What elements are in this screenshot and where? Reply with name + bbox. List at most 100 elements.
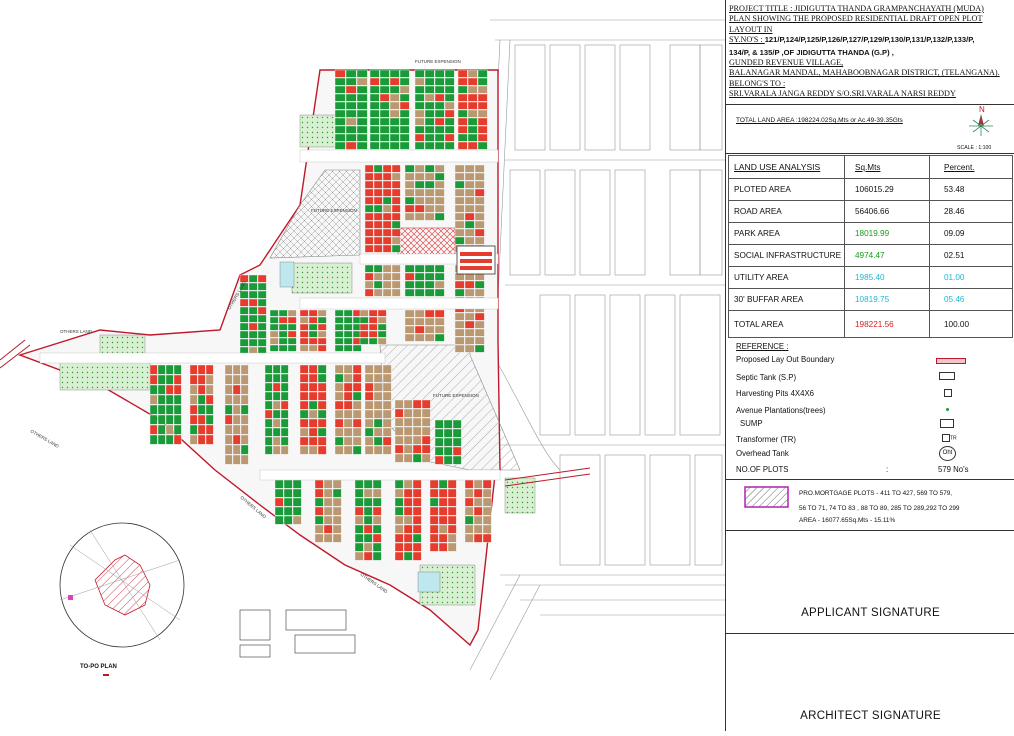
plot [464, 172, 475, 181]
plot [354, 533, 364, 543]
plot [173, 384, 182, 395]
plot [280, 391, 289, 401]
plot [403, 506, 413, 516]
plot [464, 164, 475, 173]
plot [477, 85, 488, 94]
plot [391, 236, 401, 245]
plot [434, 272, 445, 281]
layout-map: FUTURE EXPENSION FUTURE EXPENSION FUTURE… [0, 0, 725, 731]
plot [474, 212, 485, 221]
plot [474, 344, 485, 353]
plot [464, 188, 475, 197]
plot [434, 212, 445, 221]
plot [232, 384, 241, 395]
plot [299, 316, 309, 324]
plot [317, 436, 327, 446]
plot [149, 434, 158, 445]
plot [377, 316, 387, 324]
plot [454, 320, 465, 329]
plot [280, 409, 289, 419]
plot [364, 400, 374, 410]
plot [382, 244, 392, 253]
plot [354, 524, 364, 534]
plot [314, 515, 324, 525]
plot [394, 551, 404, 561]
plot [364, 204, 374, 213]
plot [414, 196, 425, 205]
plot [414, 180, 425, 189]
plot [248, 290, 258, 299]
plot [467, 101, 478, 110]
plot [332, 533, 342, 543]
plot [474, 180, 485, 189]
project-title-block: PROJECT TITLE : JIDIGUTTA THANDA GRAMPAN… [729, 4, 1013, 100]
plot [473, 506, 483, 516]
plot [157, 424, 166, 435]
title-line-2: PLAN SHOWING THE PROPOSED RESIDENTIAL DR… [729, 14, 983, 24]
plot [477, 125, 488, 134]
plot [299, 364, 309, 374]
land-use-row: UTILITY AREA 1985.40 01.00 [728, 266, 1013, 289]
plot [399, 133, 410, 142]
plot [308, 330, 318, 338]
plot [382, 228, 392, 237]
land-use-sqm: 1985.40 [844, 266, 930, 289]
plot [379, 109, 390, 118]
plot [189, 404, 198, 415]
plot [364, 272, 374, 281]
plot [240, 414, 249, 425]
plot [424, 125, 435, 134]
plot [394, 506, 404, 516]
plot [424, 272, 435, 281]
plot [429, 497, 439, 507]
mortgage-line-1: PRO.MORTGAGE PLOTS - 411 TO 427, 569 TO … [799, 490, 953, 497]
plot [464, 228, 475, 237]
plot [444, 101, 455, 110]
plot [474, 204, 485, 213]
plot [421, 435, 431, 445]
plot [424, 109, 435, 118]
plot [454, 196, 465, 205]
plot [232, 454, 241, 465]
plot [379, 77, 390, 86]
plot [474, 164, 485, 173]
plot [394, 435, 404, 445]
plot [292, 515, 302, 525]
plot [373, 196, 383, 205]
plot [477, 69, 488, 78]
plot [434, 188, 445, 197]
plot [257, 314, 267, 323]
plot [464, 180, 475, 189]
plot [343, 373, 353, 383]
plot [308, 344, 318, 352]
plot [280, 445, 289, 455]
reference-overhead: Overhead Tank [736, 449, 789, 458]
topo-plan [59, 522, 185, 648]
plot [434, 93, 445, 102]
plot [283, 506, 293, 516]
plot [373, 409, 383, 419]
plot [205, 384, 214, 395]
plot [424, 309, 435, 318]
plot [173, 434, 182, 445]
plot [424, 141, 435, 150]
plot [283, 479, 293, 489]
plot [317, 309, 327, 317]
plot [364, 436, 374, 446]
title-line-8: BELONG'S TO : [729, 78, 786, 88]
plot [482, 533, 492, 543]
plot [482, 506, 492, 516]
plot [429, 515, 439, 525]
plot [352, 436, 362, 446]
plot [404, 264, 415, 273]
land-use-row: 30' BUFFAR AREA 10819.75 05.46 [728, 288, 1013, 311]
plot [404, 288, 415, 297]
plot [438, 542, 448, 552]
plot [414, 280, 425, 289]
plot [364, 280, 374, 289]
future-expension-center-label: FUTURE EXPENSION [433, 393, 479, 398]
plot [343, 337, 353, 345]
plot [457, 77, 468, 86]
plot [317, 445, 327, 455]
plot [377, 309, 387, 317]
